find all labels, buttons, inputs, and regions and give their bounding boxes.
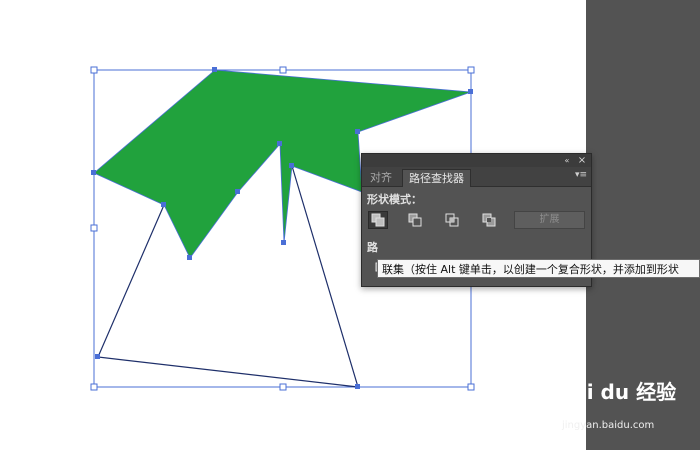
baidu-paw-icon xyxy=(535,380,558,403)
panel-titlebar[interactable]: « × xyxy=(362,154,591,167)
unite-button[interactable] xyxy=(368,211,388,229)
close-icon[interactable]: × xyxy=(576,154,588,167)
expand-button[interactable]: 扩展 xyxy=(514,211,585,229)
watermark-url: jingyan.baidu.com xyxy=(562,420,655,431)
panel-menu-icon[interactable]: ▾≡ xyxy=(575,170,587,180)
minus-front-button[interactable] xyxy=(405,211,425,229)
intersect-icon xyxy=(445,213,459,227)
collapse-icon[interactable]: « xyxy=(561,154,573,167)
exclude-icon xyxy=(482,213,496,227)
minus-front-icon xyxy=(408,213,422,227)
shape-modes-label: 形状模式： xyxy=(367,193,422,206)
tab-pathfinder[interactable]: 路径查找器 xyxy=(402,169,471,187)
exclude-button[interactable] xyxy=(479,211,499,229)
intersect-button[interactable] xyxy=(442,211,462,229)
panel-tab-row: 对齐 路径查找器 ▾≡ xyxy=(362,167,591,187)
watermark-brand: Bai du 经验 xyxy=(558,380,677,404)
unite-icon xyxy=(371,213,385,227)
pathfinders-label: 路 xyxy=(367,241,378,254)
tab-align[interactable]: 对齐 xyxy=(364,169,398,186)
unite-tooltip: 联集（按住 Alt 键单击，以创建一个复合形状，并添加到形状 xyxy=(377,259,700,278)
